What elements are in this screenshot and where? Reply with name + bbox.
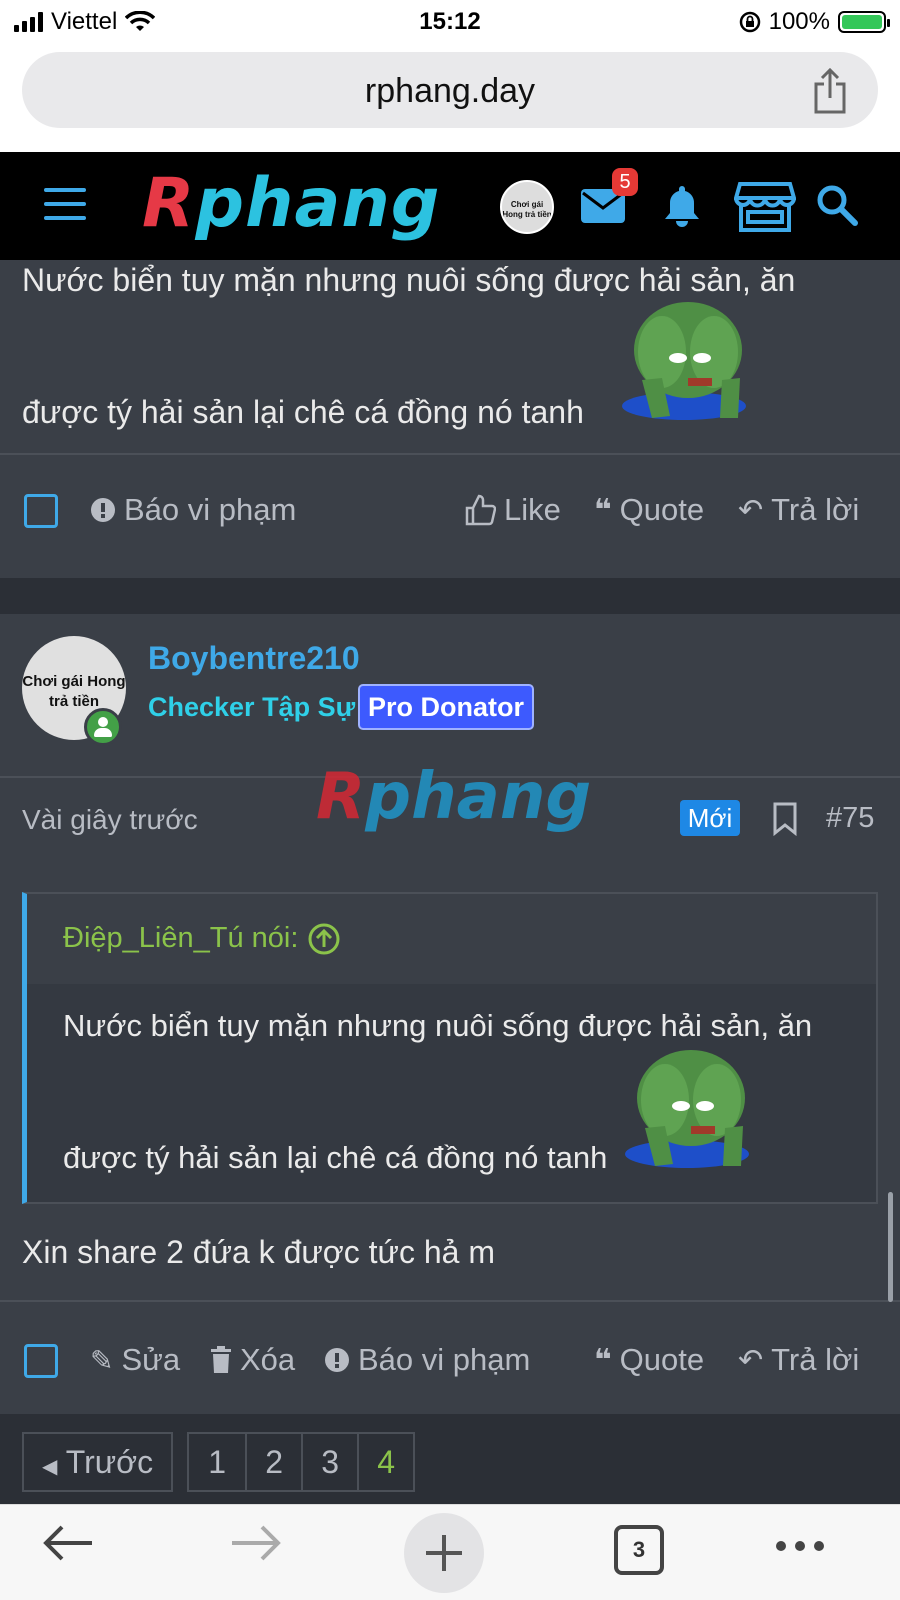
thread-content: Nước biển tuy mặn nhưng nuôi sống được h… [0,260,900,1504]
post-time[interactable]: Vài giây trước [22,804,198,836]
report-button[interactable]: Báo vi phạm [324,1342,530,1378]
plus-icon [426,1535,462,1571]
report-icon [325,1348,349,1372]
mail-badge: 5 [612,168,638,196]
trash-icon [211,1346,231,1373]
post-text-line: được tý hải sản lại chê cá đồng nó tanh [22,394,584,430]
post-actions: Báo vi phạm Like ❝ Quote ↶ Trả lời [0,484,900,544]
quote-author-name: Điệp_Liên_Tú nói: [63,922,299,954]
user-avatar-text: Chơi gái Hong trả tiền [22,673,126,710]
pencil-icon: ✎ [90,1344,114,1376]
arrow-up-circle-icon[interactable] [308,923,340,955]
account-avatar[interactable]: Chơi gái Hong trả tiền [500,180,554,234]
quote-button[interactable]: ❝ Quote [594,492,704,528]
post-message: Xin share 2 đứa k được tức hả m [22,1234,495,1270]
quote-header: Điệp_Liên_Tú nói: [27,894,876,984]
status-bar: Viettel 15:12 100% [0,0,900,46]
account-avatar-text: Chơi gái Hong trả tiền [502,200,552,219]
chevron-left-icon: ◀ [42,1456,58,1478]
reply-button[interactable]: ↶ Trả lời [738,492,859,528]
post-number[interactable]: #75 [826,802,874,835]
logo-rest: phang [195,164,441,243]
site-header: Rphang Chơi gái Hong trả tiền 5 [0,152,900,260]
post-75: Chơi gái Hong trả tiền Boybentre210 Chec… [0,614,900,1414]
reply-label: Trả lời [771,1342,860,1377]
status-right: 100% [739,8,890,36]
quote-block: Điệp_Liên_Tú nói: Nước biển tuy mặn nhưn… [22,892,878,1204]
tabs-button[interactable]: 3 [614,1525,664,1575]
pagination: ◀ Trước 1 2 3 4 [22,1432,416,1492]
user-badge: Pro Donator [358,684,535,730]
thumbs-up-icon [465,494,496,526]
username[interactable]: Boybentre210 [148,640,360,677]
page-numbers: 1 2 3 4 [187,1432,416,1492]
divider [0,1300,900,1302]
report-label: Báo vi phạm [124,492,297,527]
pepe-sticker [625,1050,749,1168]
new-tab-button[interactable] [404,1513,484,1593]
divider [0,453,900,455]
back-arrow-icon[interactable] [42,1523,94,1563]
edit-button[interactable]: ✎ Sửa [90,1342,180,1378]
like-label: Like [504,492,561,527]
bell-icon[interactable] [662,184,702,228]
prev-page-button[interactable]: ◀ Trước [22,1432,174,1492]
browser-bottom-bar: 3 [0,1504,900,1600]
store-icon[interactable] [734,182,796,232]
quote-icon: ❝ [594,493,612,527]
logo-prefix: R [142,164,196,243]
pepe-sticker [622,302,746,420]
post-previous: Nước biển tuy mặn nhưng nuôi sống được h… [0,260,900,578]
report-label: Báo vi phạm [358,1342,531,1377]
page-link[interactable]: 2 [245,1434,301,1492]
page-link-current[interactable]: 4 [357,1434,413,1492]
share-icon[interactable] [812,68,848,114]
page-link[interactable]: 3 [301,1434,357,1492]
battery-percent: 100% [768,8,830,35]
post-actions: ✎ Sửa Xóa Báo vi phạm ❝ Quote ↶ Trả lời [0,1334,900,1394]
select-checkbox[interactable] [24,494,58,528]
battery-icon [838,11,890,33]
prev-page-label: Trước [65,1444,154,1480]
edit-label: Sửa [121,1342,181,1377]
quote-button[interactable]: ❝ Quote [594,1342,704,1378]
delete-button[interactable]: Xóa [210,1342,295,1378]
report-icon [91,498,115,522]
url-text[interactable]: rphang.day [22,72,878,111]
like-button[interactable]: Like [464,492,561,528]
browser-toolbar: rphang.day [0,46,900,152]
report-button[interactable]: Báo vi phạm [90,492,296,528]
reply-icon: ↶ [738,1343,764,1377]
watermark-logo: Rphang [316,760,591,834]
post-author-header: Chơi gái Hong trả tiền Boybentre210 Chec… [0,614,900,776]
menu-icon[interactable] [44,188,86,220]
quote-author[interactable]: Điệp_Liên_Tú nói: [63,922,340,955]
scrollbar[interactable] [888,1192,893,1302]
bookmark-icon[interactable] [772,802,798,836]
quote-text-line: Nước biển tuy mặn nhưng nuôi sống được h… [63,1008,813,1043]
reply-button[interactable]: ↶ Trả lời [738,1342,859,1378]
quote-text-line: được tý hải sản lại chê cá đồng nó tanh [63,1140,608,1175]
reply-label: Trả lời [771,492,860,527]
search-icon[interactable] [816,184,858,226]
user-title: Checker Tập Sự [148,692,356,722]
quote-icon: ❝ [594,1343,612,1377]
orientation-lock-icon [739,11,760,33]
post-text-line: Nước biển tuy mặn nhưng nuôi sống được h… [22,262,796,298]
online-status-icon [84,708,122,746]
quote-label: Quote [619,1342,705,1377]
watermark-prefix: R [316,760,366,834]
watermark-rest: phang [365,760,592,834]
quote-label: Quote [619,492,705,527]
delete-label: Xóa [240,1342,296,1377]
more-icon[interactable] [774,1539,826,1553]
address-bar[interactable]: rphang.day [22,52,878,128]
site-logo[interactable]: Rphang [142,164,440,243]
select-checkbox[interactable] [24,1344,58,1378]
forward-arrow-icon[interactable] [230,1523,282,1563]
new-badge: Mới [680,800,740,836]
reply-icon: ↶ [738,493,764,527]
page-link[interactable]: 1 [189,1434,245,1492]
